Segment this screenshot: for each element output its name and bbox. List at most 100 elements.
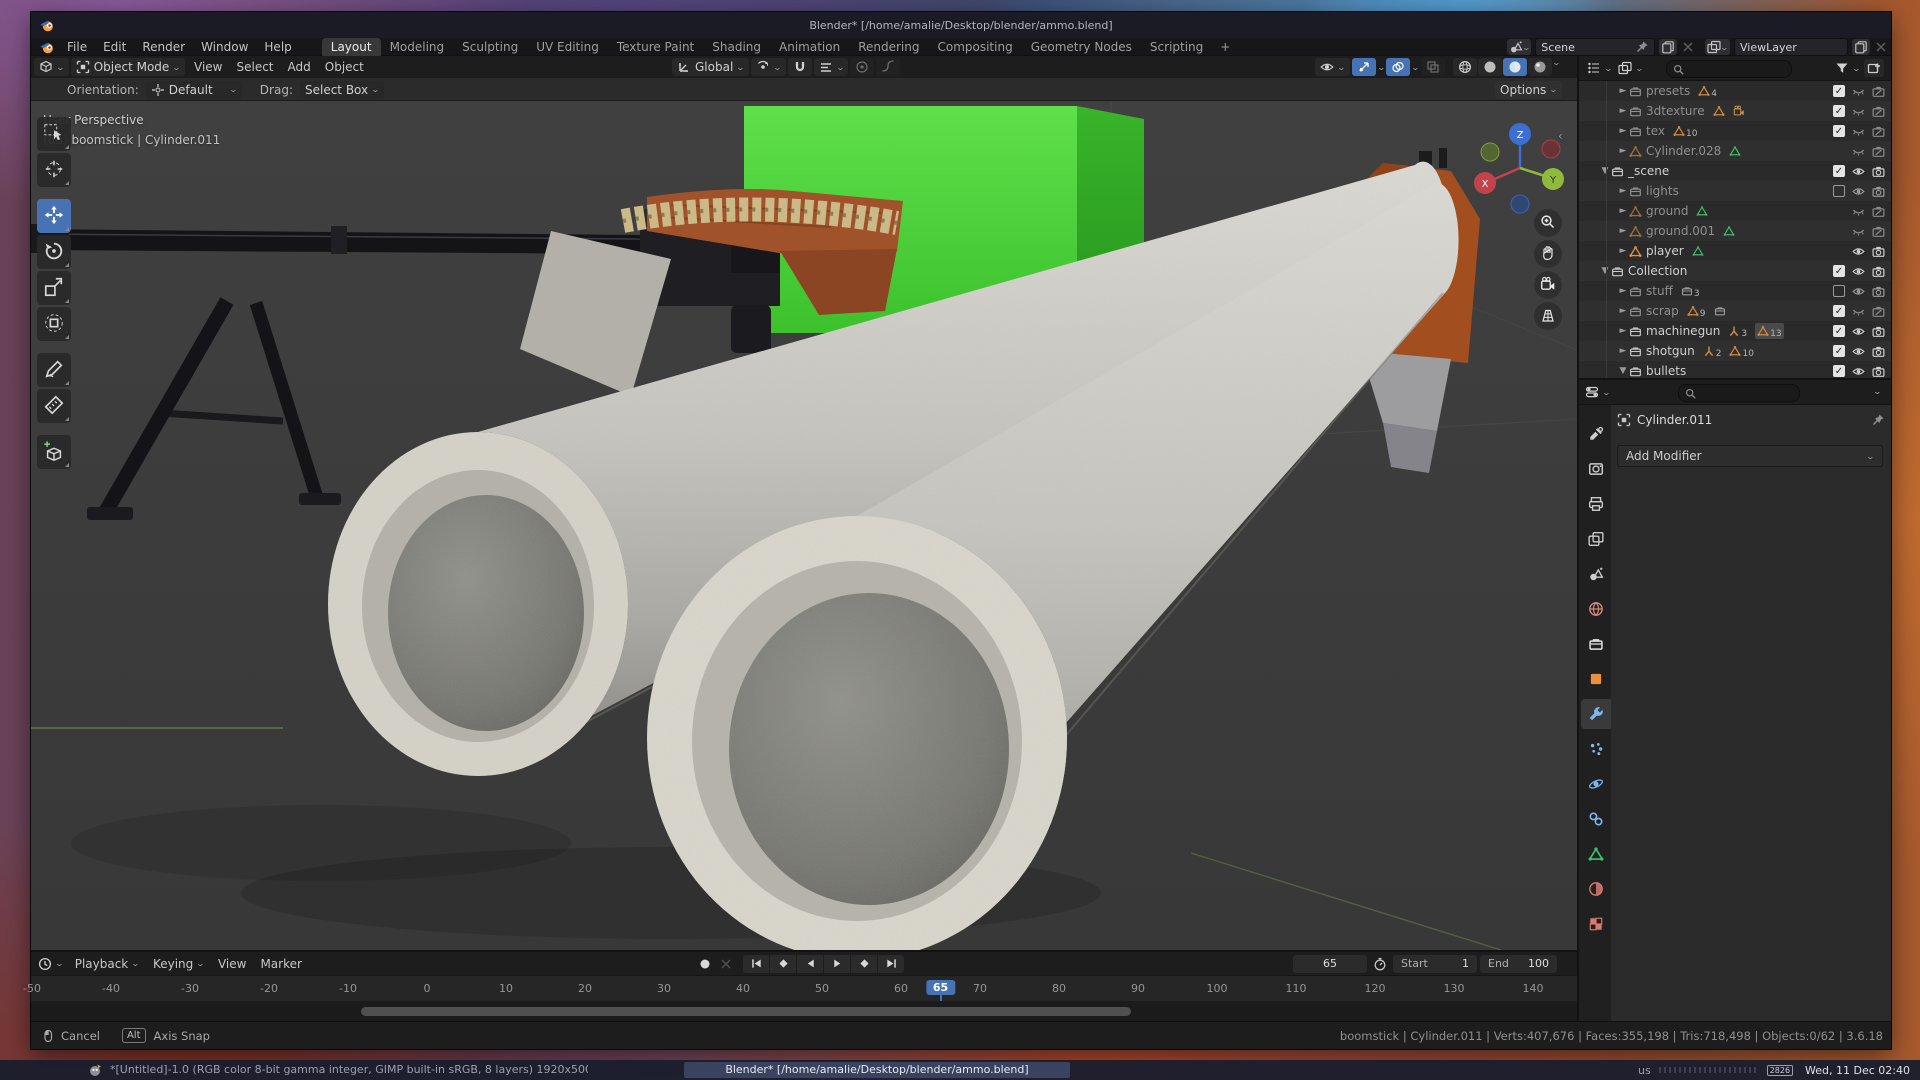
disable-render-icon[interactable] xyxy=(1872,285,1885,298)
outliner-row-collection[interactable]: ▼Collection✓ xyxy=(1579,261,1891,281)
drag-setting-dropdown[interactable]: Select Box⌄ xyxy=(300,81,384,99)
disable-render-icon[interactable] xyxy=(1872,125,1885,138)
expander-icon[interactable]: ► xyxy=(1617,306,1629,316)
gimp-task-button[interactable]: *[Untitled]-1.0 (RGB color 8-bit gamma i… xyxy=(102,1062,588,1078)
properties-tab-particles[interactable] xyxy=(1581,734,1611,764)
gizmos-dropdown[interactable]: ⌄ xyxy=(1376,63,1385,72)
remove-viewlayer-icon[interactable] xyxy=(1874,40,1888,54)
timeline-type-dropdown[interactable]: ⌄ xyxy=(35,955,66,973)
sync-icon[interactable] xyxy=(719,957,733,971)
hide-viewport-icon[interactable] xyxy=(1852,105,1865,118)
outliner-row-ground-001[interactable]: ►ground.001 xyxy=(1579,221,1891,241)
timeline-menu-playback[interactable]: Playback⌄ xyxy=(68,955,146,973)
properties-tab-modifiers[interactable] xyxy=(1581,699,1611,729)
outliner-type-dropdown[interactable]: ⌄ xyxy=(1585,59,1614,77)
outliner-row-machinegun[interactable]: ►machinegun313✓ xyxy=(1579,321,1891,341)
hide-viewport-icon[interactable] xyxy=(1852,345,1865,358)
rifle-mount-object[interactable] xyxy=(520,231,671,396)
outliner-row-bullets[interactable]: ▼bullets✓ xyxy=(1579,361,1891,378)
outliner-row-tex[interactable]: ►tex10✓ xyxy=(1579,121,1891,141)
viewlayer-type-dropdown[interactable]: ⌄ xyxy=(1705,39,1730,55)
properties-tab-collection[interactable] xyxy=(1581,629,1611,659)
new-viewlayer-button[interactable] xyxy=(1852,39,1870,55)
properties-tab-tool[interactable] xyxy=(1581,419,1611,449)
hide-viewport-icon[interactable] xyxy=(1852,325,1865,338)
properties-tab-output[interactable] xyxy=(1581,489,1611,519)
workspace-tab-geometry-nodes[interactable]: Geometry Nodes xyxy=(1022,38,1141,56)
workspace-tab-layout[interactable]: Layout xyxy=(322,38,381,56)
expander-icon[interactable]: ▼ xyxy=(1617,366,1629,376)
outliner-display-dropdown[interactable]: ⌄ xyxy=(1616,59,1645,77)
timeline-ruler[interactable]: -50-40-30-20-100102030405060708090100110… xyxy=(31,975,1577,1001)
current-frame-badge[interactable]: 65 xyxy=(926,980,955,995)
hide-viewport-icon[interactable] xyxy=(1852,185,1865,198)
scene-selector[interactable]: Scene xyxy=(1535,38,1655,56)
expander-icon[interactable]: ▼ xyxy=(1599,266,1611,276)
exclude-checkbox[interactable]: ✓ xyxy=(1833,365,1845,377)
nav-zoom-button[interactable] xyxy=(1534,209,1562,237)
expander-icon[interactable]: ► xyxy=(1617,146,1629,156)
tool-select-box[interactable] xyxy=(37,117,71,151)
properties-tab-constraints[interactable] xyxy=(1581,804,1611,834)
keyboard-layout-indicator[interactable]: us xyxy=(1638,1064,1651,1077)
outliner-row-3dtexture[interactable]: ►3dtexture✓ xyxy=(1579,101,1891,121)
transport-next-keyframe-button[interactable] xyxy=(851,955,877,973)
workspace-tab-rendering[interactable]: Rendering xyxy=(849,38,928,56)
editor-type-dropdown[interactable]: ⌄ xyxy=(34,58,69,76)
gizmos-toggle[interactable] xyxy=(1352,58,1376,76)
options-dropdown[interactable]: Options⌄ xyxy=(1495,81,1562,99)
current-frame-field[interactable]: 65 xyxy=(1293,955,1367,973)
viewlayer-selector[interactable]: ViewLayer xyxy=(1734,38,1848,56)
new-scene-button[interactable] xyxy=(1659,39,1677,55)
shading-wireframe-button[interactable] xyxy=(1453,58,1477,76)
workspace-tab-texture-paint[interactable]: Texture Paint xyxy=(608,38,703,56)
workspace-tab-sculpting[interactable]: Sculpting xyxy=(453,38,527,56)
menu-render[interactable]: Render xyxy=(134,38,193,56)
tool-add-cube[interactable] xyxy=(37,435,71,469)
outliner-row-cylinder-028[interactable]: ►Cylinder.028 xyxy=(1579,141,1891,161)
expander-icon[interactable]: ► xyxy=(1617,326,1629,336)
disable-render-icon[interactable] xyxy=(1872,365,1885,378)
transport-jump-last-button[interactable] xyxy=(878,955,904,973)
outliner-row-lights[interactable]: ►lights xyxy=(1579,181,1891,201)
hide-viewport-icon[interactable] xyxy=(1852,125,1865,138)
end-frame-field[interactable]: End100 xyxy=(1480,955,1557,973)
properties-tab-world[interactable] xyxy=(1581,594,1611,624)
hide-viewport-icon[interactable] xyxy=(1852,165,1865,178)
tool-move[interactable] xyxy=(37,199,71,233)
timeline-menu-keying[interactable]: Keying⌄ xyxy=(146,955,211,973)
timeline-scrollbar-thumb[interactable] xyxy=(361,1007,1131,1016)
gimp-icon[interactable] xyxy=(88,1063,102,1077)
snap-toggle[interactable] xyxy=(788,58,812,76)
disable-render-icon[interactable] xyxy=(1872,265,1885,278)
workspace-tab-compositing[interactable]: Compositing xyxy=(928,38,1021,56)
properties-tab-render[interactable] xyxy=(1581,454,1611,484)
outliner-row-presets[interactable]: ►presets4✓ xyxy=(1579,81,1891,101)
exclude-checkbox[interactable]: ✓ xyxy=(1833,265,1845,277)
tool-annotate[interactable] xyxy=(37,353,71,387)
visibility-dropdown[interactable]: ⌄ xyxy=(1315,58,1350,76)
outliner-row-stuff[interactable]: ►stuff3 xyxy=(1579,281,1891,301)
properties-tab-object[interactable] xyxy=(1581,664,1611,694)
workspace-tab-uv-editing[interactable]: UV Editing xyxy=(527,38,608,56)
exclude-checkbox[interactable]: ✓ xyxy=(1833,125,1845,137)
tool-measure[interactable] xyxy=(37,389,71,423)
orientation-dropdown[interactable]: Global⌄ xyxy=(672,58,749,76)
expander-icon[interactable]: ► xyxy=(1617,226,1629,236)
expander-icon[interactable]: ► xyxy=(1617,286,1629,296)
viewport-canvas[interactable]: User Perspective (65) boomstick | Cylind… xyxy=(31,101,1577,950)
outliner-search[interactable] xyxy=(1666,60,1792,78)
hide-viewport-icon[interactable] xyxy=(1852,285,1865,298)
mode-dropdown[interactable]: Object Mode⌄ xyxy=(71,58,185,76)
exclude-checkbox[interactable]: ✓ xyxy=(1833,105,1845,117)
transport-prev-keyframe-button[interactable] xyxy=(770,955,796,973)
disable-render-icon[interactable] xyxy=(1872,305,1885,318)
hide-viewport-icon[interactable] xyxy=(1852,305,1865,318)
outliner-row-scrap[interactable]: ►scrap9✓ xyxy=(1579,301,1891,321)
expander-icon[interactable]: ► xyxy=(1617,246,1629,256)
overlays-toggle[interactable] xyxy=(1386,58,1410,76)
tool-rotate[interactable] xyxy=(37,235,71,269)
transport-play-button[interactable] xyxy=(824,955,850,973)
expander-icon[interactable]: ► xyxy=(1617,206,1629,216)
auto-keying-toggle[interactable] xyxy=(693,955,717,973)
